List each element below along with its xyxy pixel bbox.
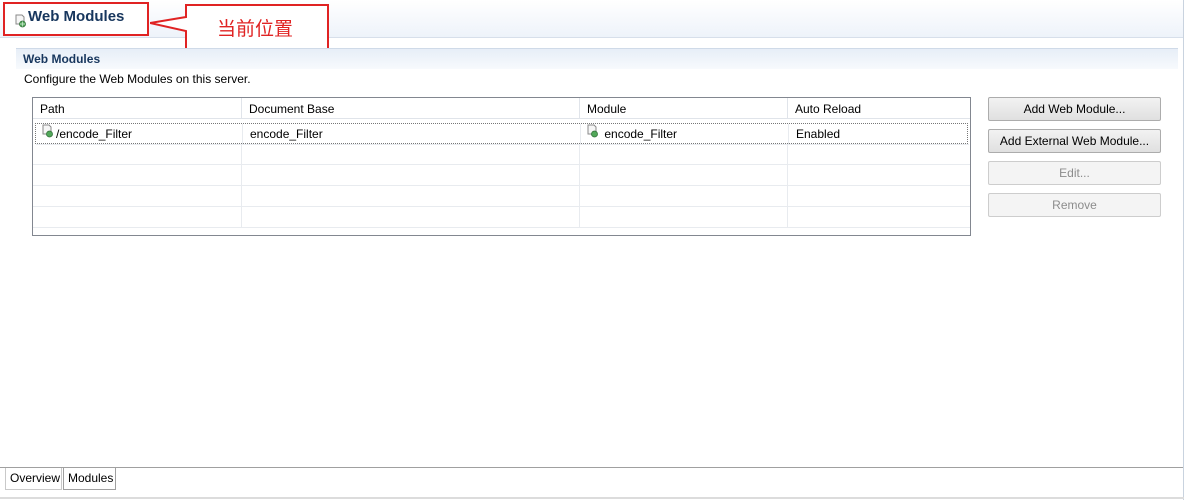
web-module-icon [585,124,599,144]
remove-button[interactable]: Remove [988,193,1161,217]
empty-cell [580,186,788,207]
table-row-empty[interactable] [33,144,970,165]
table-row-empty[interactable] [33,207,970,228]
cell-module-text: encode_Filter [604,127,678,141]
section-description: Configure the Web Modules on this server… [24,72,251,86]
empty-cell [788,207,970,228]
column-header-path[interactable]: Path [33,98,242,119]
web-module-icon [13,14,27,31]
column-header-module[interactable]: Module [580,98,788,119]
tab-modules[interactable]: Modules [63,468,116,490]
empty-cell [33,144,242,165]
web-modules-table[interactable]: Path Document Base Module Auto Reload /e… [32,97,971,236]
cell-path: /encode_Filter [36,124,243,145]
empty-cell [33,186,242,207]
page-title: Web Modules [28,8,125,25]
empty-cell [242,165,580,186]
empty-cell [580,165,788,186]
cell-document-base: encode_Filter [243,124,581,145]
web-module-icon [40,124,54,144]
empty-cell [33,207,242,228]
empty-cell [580,207,788,228]
section-header: Web Modules [16,48,1178,69]
empty-cell [580,144,788,165]
empty-cell [33,165,242,186]
table-row-empty[interactable] [33,186,970,207]
empty-cell [788,144,970,165]
cell-module: encode_Filter [581,124,789,145]
column-header-document-base[interactable]: Document Base [242,98,580,119]
callout-label: 当前位置 [217,18,294,40]
add-web-module-button[interactable]: Add Web Module... [988,97,1161,121]
add-external-web-module-button[interactable]: Add External Web Module... [988,129,1161,153]
tab-overview[interactable]: Overview [5,468,62,490]
cell-auto-reload: Enabled [789,124,969,145]
empty-cell [788,165,970,186]
table-header: Path Document Base Module Auto Reload [33,98,970,120]
empty-cell [242,144,580,165]
cell-path-text: /encode_Filter [56,127,133,141]
bottom-border [0,497,1184,499]
section-title: Web Modules [23,52,101,66]
table-row-empty[interactable] [33,165,970,186]
tab-bar-divider [0,467,1183,468]
editor-right-border [1183,0,1184,500]
edit-button[interactable]: Edit... [988,161,1161,185]
table-row[interactable]: /encode_Filter encode_Filter encode_Filt… [35,123,969,145]
empty-cell [242,207,580,228]
empty-cell [788,186,970,207]
empty-cell [242,186,580,207]
column-header-auto-reload[interactable]: Auto Reload [788,98,970,119]
